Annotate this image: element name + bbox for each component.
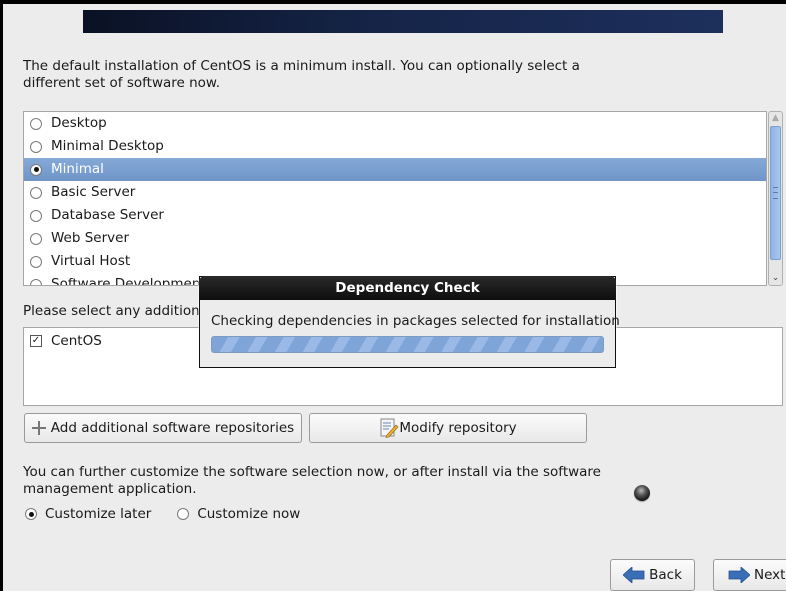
modify-repository-label: Modify repository [399, 420, 517, 436]
back-label: Back [649, 567, 682, 583]
progress-bar-fill [212, 337, 603, 352]
arrow-left-icon [623, 567, 645, 583]
next-button[interactable]: Next [713, 559, 786, 591]
header-banner [83, 10, 723, 33]
checkbox-checked-icon[interactable]: ✓ [30, 335, 42, 347]
customize-options: Customize later Customize now [25, 506, 326, 522]
radio-icon[interactable] [177, 508, 190, 520]
customize-now-label: Customize now [197, 506, 301, 522]
radio-icon[interactable] [30, 255, 42, 268]
radio-icon[interactable] [30, 232, 42, 245]
plus-icon [31, 421, 46, 435]
list-item-database-server[interactable]: Database Server [24, 204, 766, 227]
list-item-web-server[interactable]: Web Server [24, 227, 766, 250]
radio-icon[interactable] [30, 140, 42, 153]
radio-icon[interactable] [30, 117, 42, 130]
list-item-label: Virtual Host [51, 253, 131, 269]
radio-icon[interactable] [30, 278, 42, 285]
intro-text: The default installation of CentOS is a … [23, 58, 580, 91]
installer-window: The default installation of CentOS is a … [3, 4, 786, 591]
customize-description: You can further customize the software s… [23, 464, 601, 497]
arrow-right-icon [728, 567, 750, 583]
list-item-label: Database Server [51, 207, 164, 223]
customize-later-label: Customize later [45, 506, 152, 522]
list-item-label: Web Server [51, 230, 129, 246]
back-button[interactable]: Back [610, 559, 695, 591]
add-repository-button[interactable]: Add additional software repositories [24, 413, 302, 443]
edit-document-icon [380, 418, 399, 438]
customize-now-option[interactable]: Customize now [177, 506, 300, 522]
busy-cursor-icon [634, 485, 650, 501]
radio-selected-icon[interactable] [25, 508, 37, 520]
radio-icon[interactable] [30, 209, 42, 222]
modify-repository-button[interactable]: Modify repository [309, 413, 587, 443]
list-item-label: Desktop [51, 115, 107, 131]
next-label: Next [754, 567, 786, 583]
radio-icon[interactable] [30, 186, 42, 199]
progress-bar [211, 336, 604, 353]
list-item-desktop[interactable]: Desktop [24, 112, 766, 135]
grip-icon [773, 187, 778, 199]
customize-later-option[interactable]: Customize later [25, 506, 151, 522]
list-item-basic-server[interactable]: Basic Server [24, 181, 766, 204]
dependency-check-dialog: Dependency Check Checking dependencies i… [199, 276, 620, 368]
list-item-label: Minimal [51, 161, 104, 177]
list-item-virtual-host[interactable]: Virtual Host [24, 250, 766, 273]
scroll-down-arrow-icon[interactable]: ⌄ [769, 272, 782, 285]
software-set-list[interactable]: Desktop Minimal Desktop Minimal Basic Se… [23, 111, 767, 286]
repo-item-label: CentOS [51, 333, 102, 349]
list-scrollbar[interactable]: ▲ ⌄ [768, 111, 783, 286]
list-item-label: Minimal Desktop [51, 138, 164, 154]
list-item-minimal[interactable]: Minimal [24, 158, 766, 181]
dialog-message: Checking dependencies in packages select… [211, 313, 620, 329]
list-item-minimal-desktop[interactable]: Minimal Desktop [24, 135, 766, 158]
dialog-title: Dependency Check [199, 276, 616, 300]
scroll-up-arrow-icon[interactable]: ▲ [769, 112, 782, 125]
list-item-label: Basic Server [51, 184, 136, 200]
add-repository-label: Add additional software repositories [50, 420, 295, 436]
scrollbar-thumb[interactable] [770, 126, 781, 260]
radio-selected-icon[interactable] [30, 163, 42, 176]
